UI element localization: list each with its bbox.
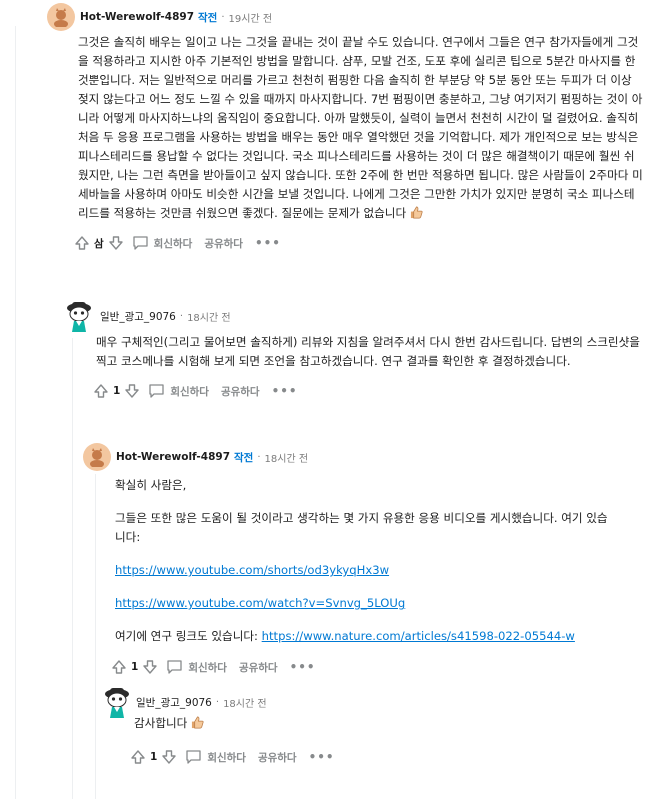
comment-icon xyxy=(133,236,148,250)
separator-dot: · xyxy=(221,11,225,23)
share-label: 공유하다 xyxy=(220,385,260,398)
reply-label: 회신하다 xyxy=(207,751,246,764)
comment-4: 일반_광고_9076 · 18시간 전 감사합니다 1 회신하다 공유하다 ••… xyxy=(102,682,642,769)
share-button[interactable]: 공유하다 xyxy=(204,236,243,251)
comment-icon xyxy=(186,750,201,764)
vote-count: 삼 xyxy=(94,237,104,250)
vote-count: 1 xyxy=(113,385,121,397)
upvote-icon[interactable] xyxy=(130,749,146,765)
comment-3: Hot-Werewolf-4897 작전 · 18시간 전 확실히 사람은, 그… xyxy=(83,443,653,679)
share-button[interactable]: 공유하다 xyxy=(239,660,278,675)
share-label: 공유하다 xyxy=(204,237,243,250)
timestamp[interactable]: 18시간 전 xyxy=(187,309,231,324)
comment-actions: 삼 회신하다 공유하다 ••• xyxy=(74,231,647,255)
op-badge: 작전 xyxy=(198,11,218,24)
author-name[interactable]: Hot-Werewolf-4897 xyxy=(80,11,194,23)
downvote-icon[interactable] xyxy=(161,749,177,765)
downvote-icon[interactable] xyxy=(142,659,158,675)
avatar-snoo[interactable] xyxy=(64,298,94,334)
upvote-icon[interactable] xyxy=(74,235,90,251)
vote-group: 1 xyxy=(111,659,158,675)
comment-2: 일반_광고_9076 · 18시간 전 매우 구체적인(그리고 물어보면 솔직하… xyxy=(64,296,644,403)
timestamp[interactable]: 18시간 전 xyxy=(265,450,309,465)
video-link-2[interactable]: https://www.youtube.com/watch?v=Svnvg_5L… xyxy=(115,596,405,610)
comment-body: 매우 구체적인(그리고 물어보면 솔직하게) 리뷰와 지침을 알려주셔서 다시 … xyxy=(96,335,640,368)
avatar-werewolf[interactable] xyxy=(83,443,111,471)
downvote-icon[interactable] xyxy=(124,383,140,399)
timestamp[interactable]: 19시간 전 xyxy=(229,10,273,25)
avatar-snoo[interactable] xyxy=(102,684,132,720)
comment-header: Hot-Werewolf-4897 작전 · 18시간 전 xyxy=(83,443,653,471)
thread-line-1[interactable] xyxy=(15,26,16,799)
study-prefix: 여기에 연구 링크도 있습니다: xyxy=(115,629,262,643)
comment-header: Hot-Werewolf-4897 작전 · 19시간 전 xyxy=(47,3,647,31)
op-badge: 작전 xyxy=(234,451,254,464)
downvote-icon[interactable] xyxy=(108,235,124,251)
vote-count: 1 xyxy=(131,661,139,673)
reply-button[interactable]: 회신하다 xyxy=(132,235,193,251)
separator-dot: · xyxy=(179,310,184,322)
separator-dot: · xyxy=(215,696,220,708)
comment-body: 그것은 솔직히 배우는 일이고 나는 그것을 끝내는 것이 끝날 수도 있습니다… xyxy=(78,33,643,225)
reply-label: 회신하다 xyxy=(170,385,209,398)
separator-dot: · xyxy=(257,451,261,463)
reply-button[interactable]: 회신하다 xyxy=(148,383,209,399)
thumbs-up-emoji xyxy=(410,206,423,225)
reply-label: 회신하다 xyxy=(153,237,193,250)
upvote-icon[interactable] xyxy=(111,659,127,675)
more-options-button[interactable]: ••• xyxy=(255,236,281,250)
more-options-button[interactable]: ••• xyxy=(272,384,298,398)
comment-icon xyxy=(149,384,164,398)
paragraph-text: 그들은 또한 많은 도움이 될 것이라고 생각하는 몇 가지 유용한 응용 비디… xyxy=(115,511,608,544)
vote-group: 1 xyxy=(130,749,177,765)
vote-count: 1 xyxy=(150,751,158,763)
comment-body: 확실히 사람은, 그들은 또한 많은 도움이 될 것이라고 생각하는 몇 가지 … xyxy=(115,476,615,646)
more-options-button[interactable]: ••• xyxy=(290,660,316,674)
video-link-1[interactable]: https://www.youtube.com/shorts/od3ykyqHx… xyxy=(115,563,389,577)
comment-header: 일반_광고_9076 · 18시간 전 xyxy=(64,296,644,336)
comment-actions: 1 회신하다 공유하다 ••• xyxy=(111,655,653,679)
comment-text: 감사합니다 xyxy=(134,716,188,730)
share-label: 공유하다 xyxy=(238,661,278,674)
vote-group: 1 xyxy=(93,383,140,399)
comment-body: 감사합니다 xyxy=(134,714,642,735)
thumbs-up-emoji xyxy=(191,716,204,735)
reply-label: 회신하다 xyxy=(188,661,227,674)
upvote-icon[interactable] xyxy=(93,383,109,399)
vote-group: 삼 xyxy=(74,235,124,251)
author-name[interactable]: Hot-Werewolf-4897 xyxy=(116,451,230,463)
comment-icon xyxy=(167,660,182,674)
thread-line-2[interactable] xyxy=(72,338,73,799)
study-link[interactable]: https://www.nature.com/articles/s41598-0… xyxy=(262,629,575,643)
share-button[interactable]: 공유하다 xyxy=(258,750,297,765)
greeting-text: 확실히 사람은, xyxy=(115,478,187,492)
share-label: 공유하다 xyxy=(257,751,297,764)
reply-button[interactable]: 회신하다 xyxy=(185,749,246,765)
author-name[interactable]: 일반_광고_9076 xyxy=(100,309,176,324)
comment-text: 그것은 솔직히 배우는 일이고 나는 그것을 끝내는 것이 끝날 수도 있습니다… xyxy=(78,35,643,220)
comment-actions: 1 회신하다 공유하다 ••• xyxy=(93,379,644,403)
author-name[interactable]: 일반_광고_9076 xyxy=(136,695,212,710)
reply-button[interactable]: 회신하다 xyxy=(166,659,227,675)
avatar-werewolf[interactable] xyxy=(47,3,75,31)
comment-1: Hot-Werewolf-4897 작전 · 19시간 전 그것은 솔직히 배우… xyxy=(47,3,647,255)
more-options-button[interactable]: ••• xyxy=(309,750,335,764)
timestamp[interactable]: 18시간 전 xyxy=(223,695,267,710)
comment-actions: 1 회신하다 공유하다 ••• xyxy=(130,745,642,769)
share-button[interactable]: 공유하다 xyxy=(221,384,260,399)
